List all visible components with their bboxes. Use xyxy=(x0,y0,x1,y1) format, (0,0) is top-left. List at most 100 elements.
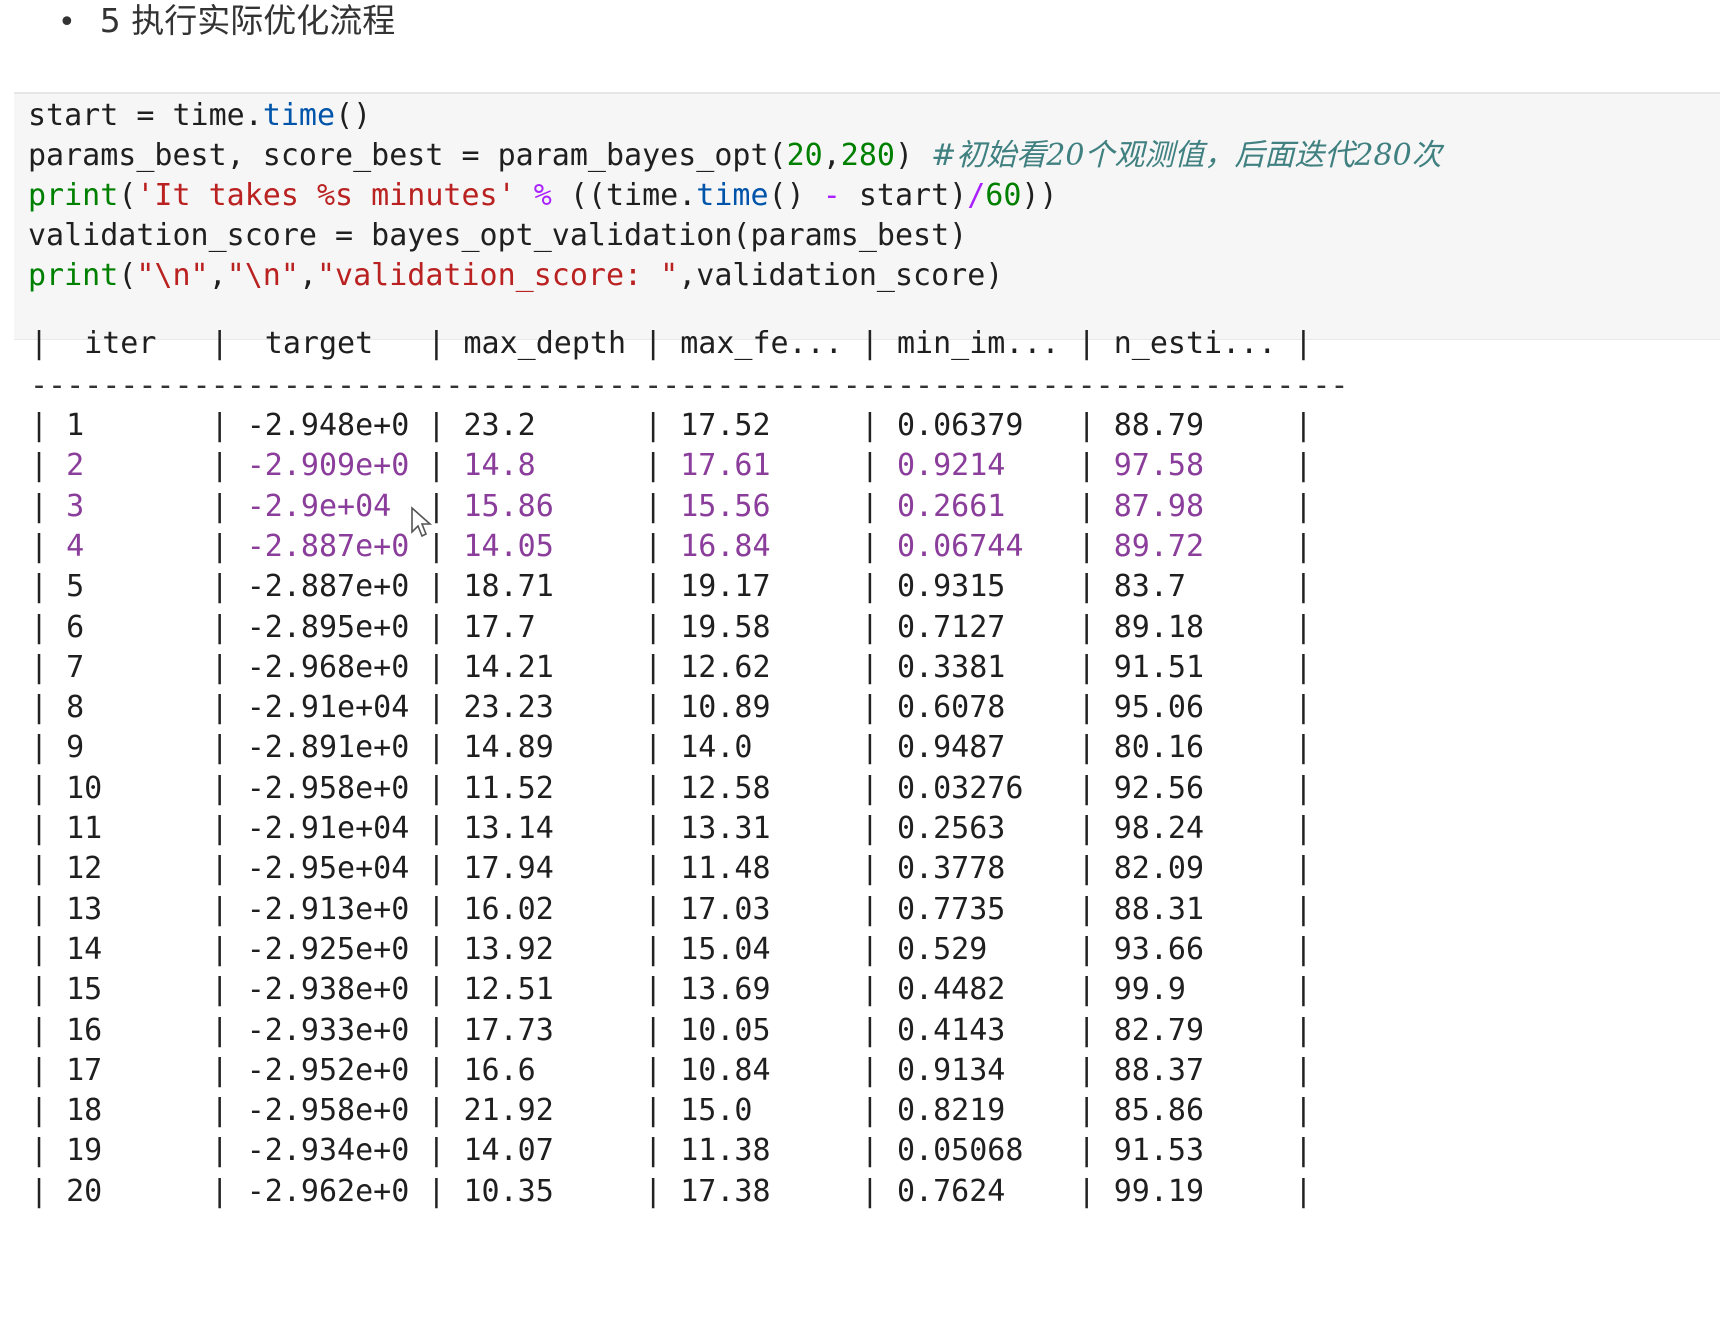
table-cell: 0.8219 xyxy=(878,1093,1078,1129)
column-separator: | xyxy=(644,1173,663,1209)
column-separator: | xyxy=(427,891,446,927)
table-cell: 0.2661 xyxy=(878,488,1078,524)
table-cell: 0.7127 xyxy=(878,609,1078,645)
column-separator: | xyxy=(1294,326,1313,361)
table-cell: -2.933e+0 xyxy=(228,1012,428,1048)
column-separator: | xyxy=(1077,1093,1096,1129)
column-separator: | xyxy=(860,851,879,887)
column-separator: | xyxy=(30,528,49,564)
table-cell: 16 xyxy=(48,1012,211,1048)
column-separator: | xyxy=(1294,488,1313,524)
column-separator: | xyxy=(644,408,663,443)
table-cell: 17.94 xyxy=(445,851,645,887)
table-cell: 87.98 xyxy=(1095,488,1295,524)
table-cell: 19 xyxy=(48,1133,211,1169)
table-cell: 6 xyxy=(48,609,211,645)
column-separator: | xyxy=(210,408,229,443)
table-cell: 20 xyxy=(48,1173,211,1209)
table-row: | 7 | -2.968e+0 | 14.21 | 12.62 | 0.3381… xyxy=(30,646,1312,690)
table-cell: -2.958e+0 xyxy=(228,770,428,806)
table-cell: 0.06744 xyxy=(878,528,1078,564)
column-separator: | xyxy=(210,569,229,605)
code-token: print xyxy=(28,258,119,293)
column-separator: | xyxy=(1294,730,1313,766)
column-header: iter xyxy=(48,326,211,361)
column-separator: | xyxy=(1294,528,1313,564)
table-cell: 82.09 xyxy=(1095,851,1295,887)
column-separator: | xyxy=(1294,811,1313,846)
column-separator: | xyxy=(644,770,663,806)
column-separator: | xyxy=(427,1012,446,1048)
table-cell: 11.38 xyxy=(662,1133,861,1169)
table-cell: -2.891e+0 xyxy=(228,730,428,766)
code-token: / xyxy=(967,178,986,213)
table-cell: 3 xyxy=(48,488,211,524)
column-separator: | xyxy=(427,1173,446,1209)
code-token: () xyxy=(768,178,823,213)
column-separator: | xyxy=(860,931,879,967)
column-separator: | xyxy=(210,488,229,524)
column-separator: | xyxy=(30,972,49,1008)
code-token: ,validation_score) xyxy=(678,258,1004,293)
table-cell: 14.0 xyxy=(662,730,861,766)
column-separator: | xyxy=(1077,609,1096,645)
table-row: | 5 | -2.887e+0 | 18.71 | 19.17 | 0.9315… xyxy=(30,565,1312,609)
table-cell: 13.92 xyxy=(445,931,645,967)
column-separator: | xyxy=(860,488,879,524)
table-cell: 89.72 xyxy=(1095,528,1295,564)
table-row: | 2 | -2.909e+0 | 14.8 | 17.61 | 0.9214 … xyxy=(30,444,1312,488)
column-separator: | xyxy=(1077,448,1096,484)
table-cell: -2.9e+04 xyxy=(228,488,428,524)
column-separator: | xyxy=(644,931,663,967)
column-separator: | xyxy=(30,1133,49,1169)
table-cell: 0.03276 xyxy=(878,770,1078,806)
column-separator: | xyxy=(210,1012,229,1048)
column-separator: | xyxy=(860,1052,879,1088)
column-separator: | xyxy=(30,448,49,484)
column-separator: | xyxy=(30,609,49,645)
table-cell: -2.887e+0 xyxy=(228,528,428,564)
table-cell: 15.0 xyxy=(662,1093,861,1129)
table-cell: 14.8 xyxy=(445,448,645,484)
code-line: start = time.time() xyxy=(28,94,371,138)
code-cell[interactable]: start = time.time() params_best, score_be… xyxy=(14,92,1720,340)
table-cell: 17 xyxy=(48,1052,211,1088)
column-separator: | xyxy=(1077,851,1096,887)
table-cell: 0.05068 xyxy=(878,1133,1078,1169)
code-token: params_best, score_best = param_bayes_op… xyxy=(28,138,787,173)
table-cell: 97.58 xyxy=(1095,448,1295,484)
column-separator: | xyxy=(860,1093,879,1129)
mouse-cursor-icon xyxy=(411,506,433,538)
code-token: "\n" xyxy=(136,258,209,293)
table-cell: 16.84 xyxy=(662,528,861,564)
column-separator: | xyxy=(644,972,663,1008)
table-cell: 2 xyxy=(48,448,211,484)
column-separator: | xyxy=(210,448,229,484)
table-row: | 10 | -2.958e+0 | 11.52 | 12.58 | 0.032… xyxy=(30,767,1312,811)
column-separator: | xyxy=(1294,770,1313,806)
column-separator: | xyxy=(644,811,663,846)
table-cell: 0.2563 xyxy=(878,811,1078,846)
column-separator: | xyxy=(210,528,229,564)
table-cell: 19.17 xyxy=(662,569,861,605)
column-separator: | xyxy=(860,891,879,927)
column-header: target xyxy=(228,326,428,361)
column-separator: | xyxy=(860,649,879,685)
table-cell: 99.9 xyxy=(1095,972,1295,1008)
table-cell: 17.52 xyxy=(662,408,861,443)
table-cell: 23.23 xyxy=(445,690,645,726)
column-separator: | xyxy=(427,1052,446,1088)
column-separator: | xyxy=(210,690,229,726)
table-cell: 0.6078 xyxy=(878,690,1078,726)
column-separator: | xyxy=(860,690,879,726)
table-cell: 0.7624 xyxy=(878,1173,1078,1209)
column-separator: | xyxy=(644,1052,663,1088)
code-token: 'It takes %s minutes' xyxy=(136,178,516,213)
column-separator: | xyxy=(1077,326,1096,361)
table-cell: 14.89 xyxy=(445,730,645,766)
table-cell: -2.91e+04 xyxy=(228,811,428,846)
table-cell: 0.4143 xyxy=(878,1012,1078,1048)
column-separator: | xyxy=(1077,1052,1096,1088)
table-cell: -2.925e+0 xyxy=(228,931,428,967)
